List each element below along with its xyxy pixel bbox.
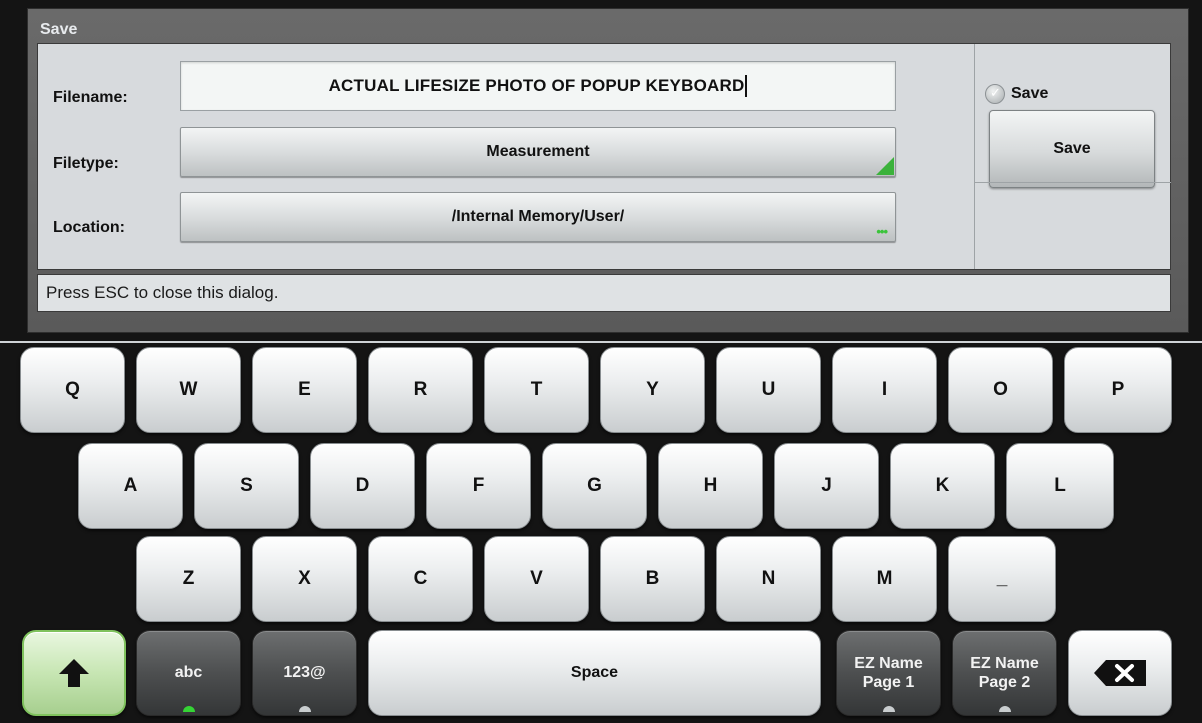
key-x[interactable]: X	[252, 536, 357, 622]
filename-value: ACTUAL LIFESIZE PHOTO OF POPUP KEYBOARD	[328, 76, 745, 95]
key-underscore[interactable]: _	[948, 536, 1056, 622]
panel-divider	[975, 182, 1171, 183]
key-s[interactable]: S	[194, 443, 299, 529]
key-m[interactable]: M	[832, 536, 937, 622]
location-label: Location:	[53, 219, 125, 236]
save-dialog: Save Filename: ACTUAL LIFESIZE PHOTO OF …	[27, 8, 1189, 333]
save-options-panel: Save Save	[974, 44, 1171, 269]
location-picker[interactable]: /Internal Memory/User/ •••	[180, 192, 896, 242]
filetype-value: Measurement	[486, 143, 590, 160]
key-g[interactable]: G	[542, 443, 647, 529]
dropdown-corner-icon	[876, 157, 894, 175]
save-radio[interactable]: Save	[985, 84, 1048, 104]
space-key[interactable]: Space	[368, 630, 821, 716]
key-f[interactable]: F	[426, 443, 531, 529]
key-u[interactable]: U	[716, 347, 821, 433]
abc-key[interactable]: abc	[136, 630, 241, 716]
key-k[interactable]: K	[890, 443, 995, 529]
key-n[interactable]: N	[716, 536, 821, 622]
numbers-indicator-led	[298, 706, 311, 712]
key-a[interactable]: A	[78, 443, 183, 529]
save-radio-label: Save	[1011, 85, 1049, 102]
key-h[interactable]: H	[658, 443, 763, 529]
key-o[interactable]: O	[948, 347, 1053, 433]
filename-label: Filename:	[53, 89, 128, 106]
more-dots-icon: •••	[876, 224, 888, 239]
key-v[interactable]: V	[484, 536, 589, 622]
key-e[interactable]: E	[252, 347, 357, 433]
save-button[interactable]: Save	[989, 110, 1155, 188]
backspace-key[interactable]	[1068, 630, 1172, 716]
numbers-symbols-key[interactable]: 123@	[252, 630, 357, 716]
key-c[interactable]: C	[368, 536, 473, 622]
text-cursor	[745, 75, 748, 97]
key-b[interactable]: B	[600, 536, 705, 622]
page1-indicator-led	[882, 706, 895, 712]
form-area: Filename: ACTUAL LIFESIZE PHOTO OF POPUP…	[37, 43, 1171, 270]
backspace-icon	[1094, 660, 1146, 686]
page2-indicator-led	[998, 706, 1011, 712]
key-y[interactable]: Y	[600, 347, 705, 433]
ez-name-page2-key[interactable]: EZ Name Page 2	[952, 630, 1057, 716]
filename-input[interactable]: ACTUAL LIFESIZE PHOTO OF POPUP KEYBOARD	[180, 61, 896, 111]
ez-name-page1-key[interactable]: EZ Name Page 1	[836, 630, 941, 716]
key-j[interactable]: J	[774, 443, 879, 529]
key-d[interactable]: D	[310, 443, 415, 529]
location-value: /Internal Memory/User/	[451, 208, 625, 225]
abc-indicator-led	[182, 706, 195, 712]
key-z[interactable]: Z	[136, 536, 241, 622]
radio-check-icon	[985, 84, 1005, 104]
filetype-label: Filetype:	[53, 155, 119, 172]
status-bar: Press ESC to close this dialog.	[37, 274, 1171, 312]
screen: Save Filename: ACTUAL LIFESIZE PHOTO OF …	[0, 0, 1202, 723]
key-i[interactable]: I	[832, 347, 937, 433]
key-w[interactable]: W	[136, 347, 241, 433]
dialog-title: Save	[40, 21, 78, 38]
key-t[interactable]: T	[484, 347, 589, 433]
key-r[interactable]: R	[368, 347, 473, 433]
key-q[interactable]: Q	[20, 347, 125, 433]
key-p[interactable]: P	[1064, 347, 1172, 433]
filetype-dropdown[interactable]: Measurement	[180, 127, 896, 177]
separator	[0, 341, 1202, 343]
key-l[interactable]: L	[1006, 443, 1114, 529]
shift-key[interactable]	[22, 630, 126, 716]
shift-arrow-icon	[59, 659, 89, 687]
